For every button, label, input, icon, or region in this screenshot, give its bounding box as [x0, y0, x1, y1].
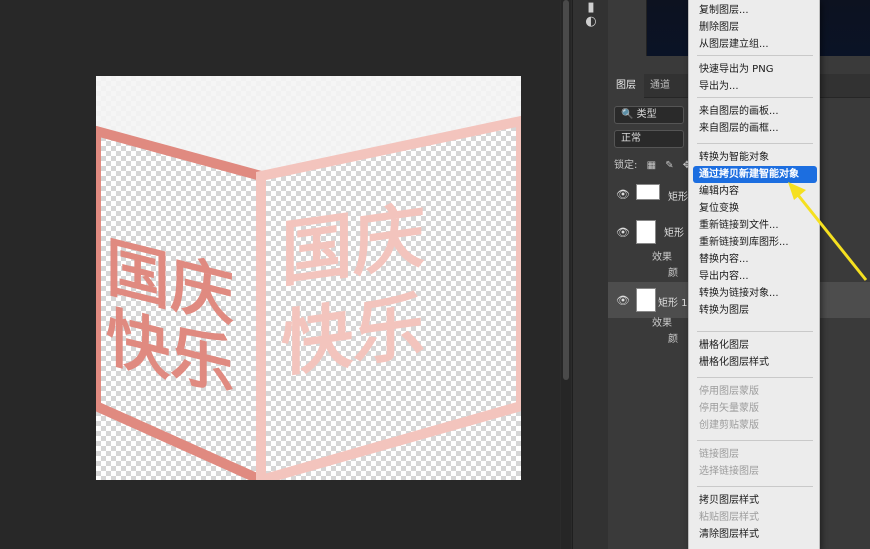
- menu-item[interactable]: 来自图层的画板...: [693, 103, 817, 120]
- menu-item[interactable]: 快速导出为 PNG: [693, 61, 817, 78]
- effect-color-label: 颜: [668, 334, 678, 345]
- menu-item[interactable]: 删除图层: [693, 19, 817, 36]
- menu-item: 停用矢量蒙版: [699, 403, 759, 414]
- eye-icon[interactable]: 👁: [616, 294, 630, 307]
- eye-icon[interactable]: 👁: [616, 188, 630, 201]
- layer-name[interactable]: 矩形: [664, 224, 684, 239]
- menu-separator: [697, 486, 813, 487]
- canvas-area[interactable]: 国庆 快乐 国庆 快乐: [0, 0, 560, 549]
- adjustments-icon[interactable]: ◐: [583, 14, 599, 30]
- document-canvas[interactable]: 国庆 快乐 国庆 快乐: [96, 76, 521, 480]
- layer-thumbnail: [636, 288, 656, 312]
- menu-separator: [697, 55, 813, 56]
- tab-channels[interactable]: 通道: [642, 74, 678, 98]
- layer-thumbnail: [636, 220, 656, 244]
- menu-item[interactable]: 拷贝图层样式: [693, 492, 817, 509]
- tab-layers[interactable]: 图层: [608, 74, 644, 98]
- menu-item[interactable]: 来自图层的画框...: [693, 120, 817, 137]
- menu-item: 粘贴图层样式: [699, 512, 759, 523]
- menu-item[interactable]: 复制图层...: [693, 2, 817, 19]
- layer-kind-filter[interactable]: 🔍 类型: [614, 106, 684, 124]
- panel-tool-strip: ▮ ◐: [572, 0, 608, 549]
- effect-color-label: 颜: [668, 268, 678, 279]
- kind-filter-label: 类型: [636, 109, 657, 120]
- cube-artwork: 国庆 快乐 国庆 快乐: [96, 76, 521, 480]
- cube-right-text-2: 快乐: [281, 284, 425, 388]
- menu-item[interactable]: 栅格化图层样式: [693, 354, 817, 371]
- menu-separator: [697, 143, 813, 144]
- lock-label: 锁定:: [614, 160, 638, 171]
- cube-right-text-1: 国庆: [281, 194, 425, 298]
- menu-item[interactable]: 导出为...: [693, 78, 817, 95]
- menu-separator: [697, 97, 813, 98]
- menu-separator: [697, 377, 813, 378]
- menu-item[interactable]: 转换为图层: [693, 302, 817, 319]
- menu-item: 选择链接图层: [699, 466, 759, 477]
- menu-item[interactable]: 栅格化图层: [693, 337, 817, 354]
- scrollbar-thumb[interactable]: [563, 0, 569, 380]
- lock-transparency-icon[interactable]: ▦: [647, 160, 656, 171]
- layer-name[interactable]: 矩形: [668, 188, 688, 203]
- layer-thumbnail: [636, 184, 660, 200]
- yellow-arrow-icon: [788, 182, 868, 281]
- eye-icon[interactable]: 👁: [616, 226, 630, 239]
- effects-label: 效果: [652, 252, 672, 263]
- vertical-scrollbar[interactable]: [561, 0, 571, 549]
- menu-item[interactable]: 转换为链接对象...: [693, 285, 817, 302]
- menu-item: 链接图层: [699, 449, 739, 460]
- lock-row: 锁定: ▦ ✎ ✥: [614, 156, 697, 171]
- lock-paint-icon[interactable]: ✎: [665, 160, 673, 171]
- layer-name[interactable]: 矩形 1: [658, 294, 688, 309]
- blend-mode-select[interactable]: 正常: [614, 130, 684, 148]
- menu-item[interactable]: 清除图层样式: [693, 526, 817, 543]
- menu-separator: [697, 331, 813, 332]
- menu-item: 停用图层蒙版: [699, 386, 759, 397]
- menu-separator: [697, 440, 813, 441]
- menu-item: 创建剪贴蒙版: [699, 420, 759, 431]
- effects-label: 效果: [652, 318, 672, 329]
- menu-item[interactable]: 转换为智能对象: [693, 149, 817, 166]
- menu-item[interactable]: 从图层建立组...: [693, 36, 817, 53]
